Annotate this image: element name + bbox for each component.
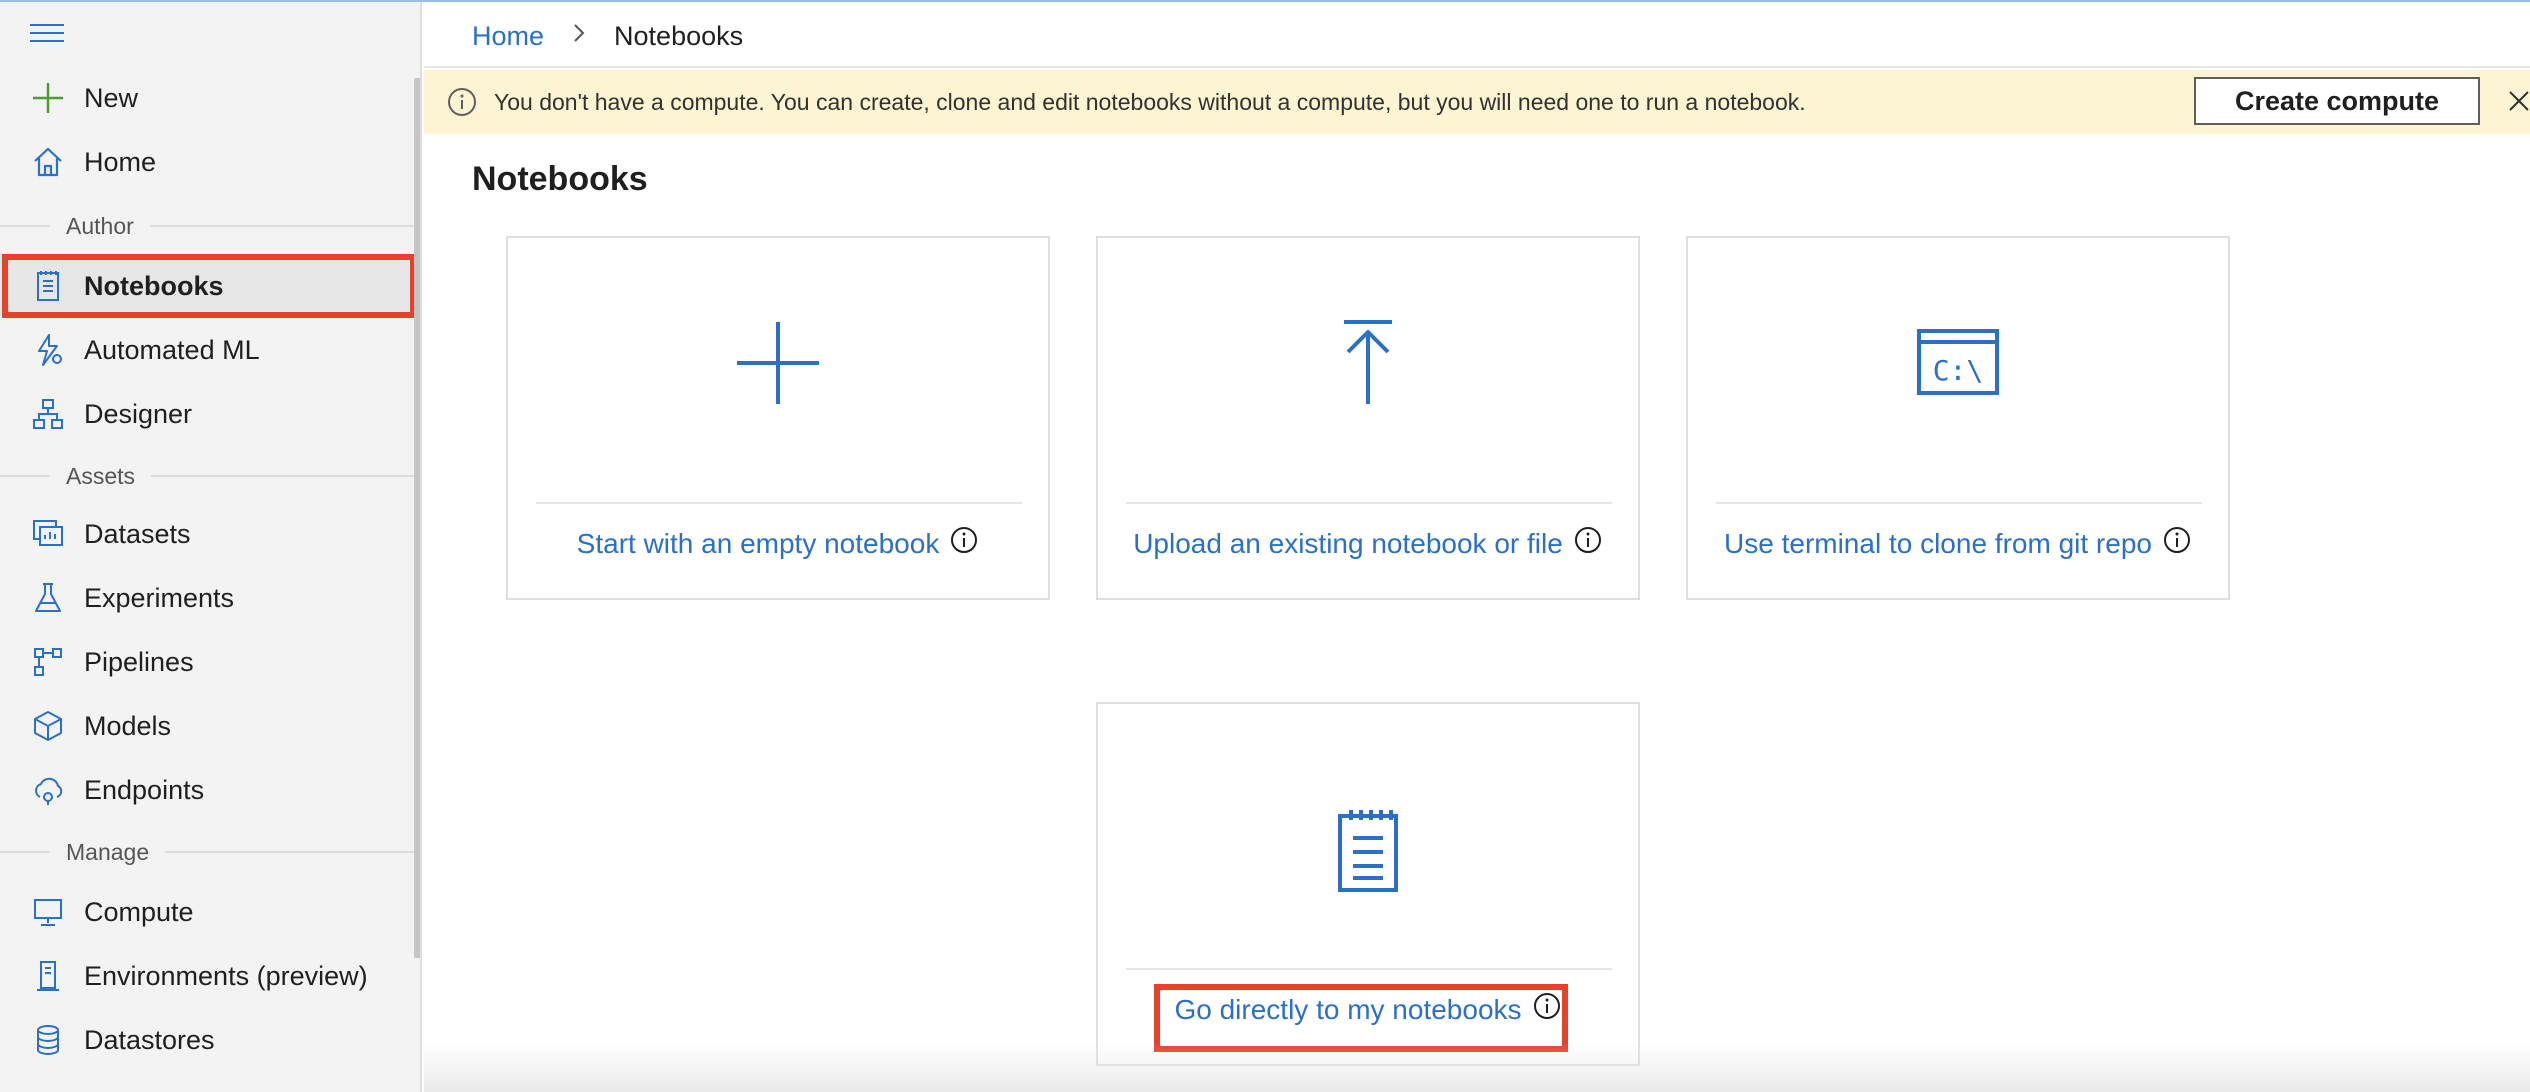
chevron-right-icon [572, 22, 586, 50]
terminal-icon: C:\ [1688, 298, 2228, 428]
section-label: Author [66, 212, 134, 239]
terminal-icon-text: C:\ [1933, 354, 1984, 387]
sidebar-item-label: Experiments [84, 582, 235, 613]
card-empty-notebook[interactable]: Start with an empty notebook [506, 236, 1050, 600]
database-icon [28, 1020, 68, 1060]
card-label: Use terminal to clone from git repo [1724, 528, 2152, 559]
card-my-notebooks[interactable]: Go directly to my notebooks [1096, 702, 1640, 1066]
upload-icon [1098, 298, 1638, 428]
notepad-icon [1098, 786, 1638, 916]
sidebar-item-label: Environments (preview) [84, 960, 368, 991]
monitor-icon [28, 892, 68, 932]
sidebar-item-notebooks[interactable]: Notebooks [0, 256, 414, 316]
close-icon[interactable] [2502, 84, 2530, 118]
page-title: Notebooks [472, 160, 648, 198]
section-header-manage: Manage [0, 832, 414, 872]
hierarchy-icon [28, 394, 68, 434]
section-header-author: Author [0, 206, 414, 246]
plus-icon [508, 298, 1048, 428]
breadcrumb-home-link[interactable]: Home [472, 21, 544, 52]
sidebar-item-experiments[interactable]: Experiments [0, 568, 414, 628]
sidebar-item-label: Compute [84, 896, 194, 927]
pipeline-icon [28, 642, 68, 682]
sidebar-item-label: Automated ML [84, 334, 260, 365]
sidebar-item-label: Notebooks [84, 270, 224, 301]
card-divider [1126, 502, 1612, 504]
card-label: Upload an existing notebook or file [1133, 528, 1563, 559]
card-label: Go directly to my notebooks [1174, 994, 1522, 1025]
cloud-endpoint-icon [28, 770, 68, 810]
no-compute-banner: You don't have a compute. You can create… [424, 70, 2530, 134]
info-icon [446, 86, 478, 118]
sidebar-item-label: Designer [84, 398, 193, 429]
breadcrumb: Home Notebooks [472, 16, 743, 56]
info-icon[interactable] [1573, 525, 1603, 555]
sidebar-item-label: Pipelines [84, 646, 194, 677]
sidebar-item-designer[interactable]: Designer [0, 384, 414, 444]
sidebar-scrollbar[interactable] [414, 78, 420, 958]
card-upload-notebook[interactable]: Upload an existing notebook or file [1096, 236, 1640, 600]
sidebar-item-endpoints[interactable]: Endpoints [0, 760, 414, 820]
dataset-icon [28, 514, 68, 554]
sidebar-item-datastores[interactable]: Datastores [0, 1010, 414, 1070]
main-content: Home Notebooks You don't have a compute.… [424, 2, 2530, 1092]
section-header-assets: Assets [0, 456, 414, 496]
card-link[interactable]: Start with an empty notebook [508, 525, 1048, 560]
sidebar: New Home Author Notebooks Automated ML D… [0, 2, 422, 1092]
breadcrumb-current: Notebooks [614, 20, 744, 51]
sidebar-item-label: Models [84, 710, 172, 741]
sidebar-item-label: Datastores [84, 1024, 215, 1055]
section-label: Assets [66, 462, 136, 489]
card-link[interactable]: Upload an existing notebook or file [1098, 525, 1638, 560]
sidebar-item-label: Datasets [84, 518, 191, 549]
sidebar-item-datasets[interactable]: Datasets [0, 504, 414, 564]
section-label: Manage [66, 838, 150, 865]
create-compute-button[interactable]: Create compute [2194, 77, 2480, 125]
lightning-icon [28, 330, 68, 370]
sidebar-item-home[interactable]: Home [0, 132, 414, 192]
card-label: Start with an empty notebook [576, 528, 940, 559]
sidebar-item-label: Endpoints [84, 774, 205, 805]
info-icon[interactable] [2162, 525, 2192, 555]
card-divider [1716, 502, 2202, 504]
sidebar-item-pipelines[interactable]: Pipelines [0, 632, 414, 692]
home-icon [28, 142, 68, 182]
info-icon[interactable] [949, 525, 979, 555]
app-window: New Home Author Notebooks Automated ML D… [0, 0, 2530, 1092]
hamburger-menu-icon[interactable] [30, 24, 64, 48]
sidebar-item-label: New [84, 82, 139, 113]
divider [424, 66, 2530, 68]
sidebar-item-new[interactable]: New [0, 68, 414, 128]
card-divider [1126, 968, 1612, 970]
info-icon[interactable] [1532, 991, 1562, 1021]
sidebar-item-environments[interactable]: Environments (preview) [0, 946, 414, 1006]
banner-message: You don't have a compute. You can create… [494, 88, 1806, 115]
card-terminal-clone[interactable]: C:\ Use terminal to clone from git repo [1686, 236, 2230, 600]
card-link[interactable]: Go directly to my notebooks [1098, 991, 1638, 1026]
sidebar-item-models[interactable]: Models [0, 696, 414, 756]
sidebar-item-label: Home [84, 146, 157, 177]
sidebar-item-automated-ml[interactable]: Automated ML [0, 320, 414, 380]
flask-icon [28, 578, 68, 618]
cube-icon [28, 706, 68, 746]
notebook-icon [28, 266, 68, 306]
card-link[interactable]: Use terminal to clone from git repo [1688, 525, 2228, 560]
sidebar-item-compute[interactable]: Compute [0, 882, 414, 942]
card-divider [536, 502, 1022, 504]
server-icon [28, 956, 68, 996]
plus-icon [28, 78, 68, 118]
